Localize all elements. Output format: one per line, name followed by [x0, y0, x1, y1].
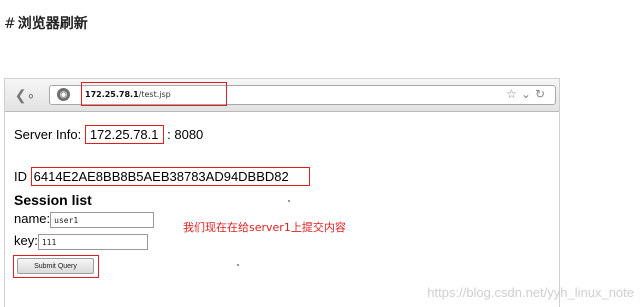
annotation-text: 我们现在在给server1上提交内容	[183, 221, 346, 234]
name-label: name:	[14, 211, 51, 226]
dropdown-icon[interactable]: ⌄	[521, 87, 535, 101]
stray-dot	[237, 264, 239, 266]
heading-hash: #	[4, 16, 16, 32]
globe-icon: ◉	[57, 88, 70, 101]
url-path: /test.jsp	[138, 90, 171, 99]
submit-highlight-box: Submit Query	[13, 255, 99, 278]
submit-button[interactable]: Submit Query	[17, 258, 94, 274]
name-input[interactable]: user1	[50, 211, 155, 228]
watermark: https://blog.csdn.net/yyh_linux_note	[427, 285, 634, 300]
section-heading: # 浏览器刷新	[4, 13, 88, 33]
name-row: name: user1	[14, 211, 155, 228]
browser-toolbar: ❮∘ ◉ 172.25.78.1/test.jsp ☆⌄↻	[5, 79, 559, 112]
back-icon[interactable]: ❮∘	[13, 87, 37, 104]
url-host: 172.25.78.1	[85, 90, 139, 99]
server-info-row: Server Info: 172.25.78.1 : 8080	[14, 125, 203, 144]
browser-screenshot: ❮∘ ◉ 172.25.78.1/test.jsp ☆⌄↻ Server Inf…	[4, 78, 560, 307]
server-ip: 172.25.78.1	[84, 125, 164, 144]
session-id-row: ID 6414E2AE8BB8B5AEB38783AD94DBBD82	[14, 167, 310, 186]
stray-dot	[288, 200, 290, 202]
url-actions: ☆⌄↻	[506, 87, 549, 101]
star-icon[interactable]: ☆	[506, 87, 521, 101]
url-text: 172.25.78.1/test.jsp	[85, 90, 171, 99]
session-id-value: 6414E2AE8BB8B5AEB38783AD94DBBD82	[30, 167, 310, 186]
server-info-label: Server Info:	[14, 127, 82, 142]
key-row: key: 111	[14, 233, 148, 250]
reload-icon[interactable]: ↻	[535, 87, 549, 101]
session-list-title: Session list	[14, 192, 92, 208]
server-port: : 8080	[167, 127, 204, 142]
heading-text: 浏览器刷新	[17, 16, 88, 32]
url-bar[interactable]: ◉ 172.25.78.1/test.jsp ☆⌄↻	[49, 82, 556, 106]
key-input[interactable]: 111	[37, 233, 148, 250]
key-label: key:	[14, 233, 38, 248]
page-content: Server Info: 172.25.78.1 : 8080 ID 6414E…	[5, 112, 559, 307]
id-label: ID	[14, 169, 27, 184]
